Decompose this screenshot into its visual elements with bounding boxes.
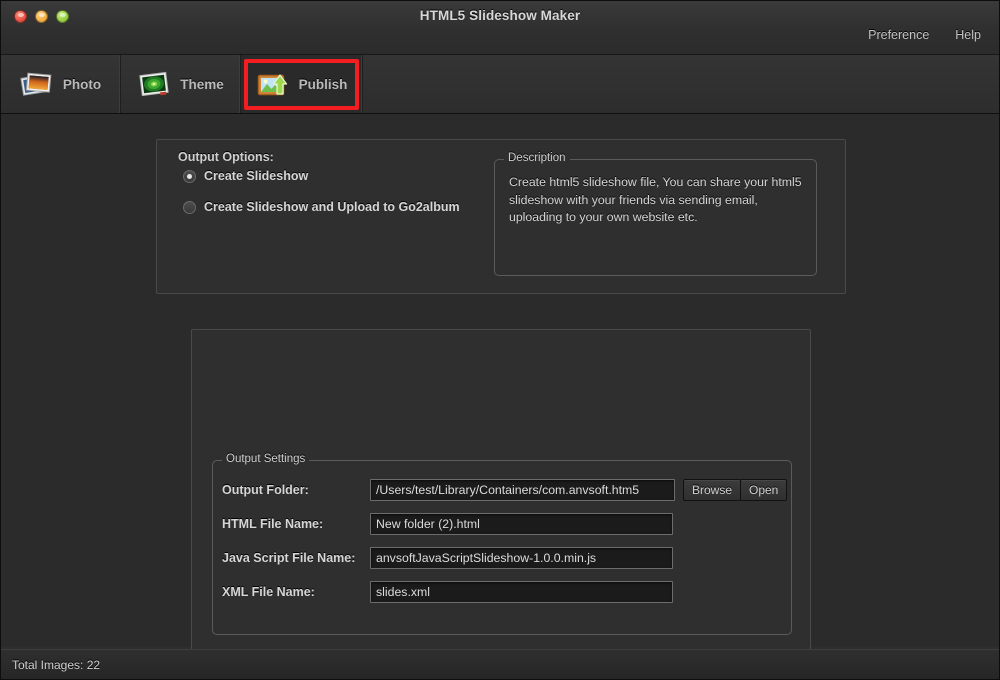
field-javascript-file-name: Java Script File Name: anvsoftJavaScript…: [213, 546, 791, 570]
description-legend: Description: [504, 152, 570, 164]
main-toolbar: Photo Theme: [1, 55, 999, 114]
tab-photo-label: Photo: [63, 77, 101, 92]
publish-upload-icon: [256, 68, 290, 100]
field-xml-file-name-label: XML File Name:: [222, 585, 315, 599]
tab-publish[interactable]: Publish: [241, 55, 363, 113]
output-settings-panel: Output Settings Output Folder: /Users/te…: [191, 329, 811, 680]
content-area: Output Options: Create Slideshow Create …: [1, 114, 999, 647]
window-title: HTML5 Slideshow Maker: [1, 8, 999, 23]
radio-indicator-selected[interactable]: [183, 170, 196, 183]
html-file-name-input[interactable]: New folder (2).html: [370, 513, 673, 535]
tab-theme[interactable]: Theme: [121, 55, 241, 113]
xml-file-name-input[interactable]: slides.xml: [370, 581, 673, 603]
field-html-file-name: HTML File Name: New folder (2).html: [213, 512, 791, 536]
menu-item-preference[interactable]: Preference: [868, 28, 929, 42]
tab-theme-label: Theme: [180, 77, 224, 92]
open-button[interactable]: Open: [740, 479, 787, 501]
title-bar: HTML5 Slideshow Maker Preference Help: [1, 1, 999, 55]
app-window: HTML5 Slideshow Maker Preference Help: [0, 0, 1000, 680]
output-settings-legend: Output Settings: [222, 453, 309, 465]
field-output-folder-label: Output Folder:: [222, 483, 309, 497]
toolbar-empty-area: [363, 55, 999, 113]
browse-button[interactable]: Browse: [683, 479, 741, 501]
field-html-file-name-label: HTML File Name:: [222, 517, 323, 531]
field-output-folder: Output Folder: /Users/test/Library/Conta…: [213, 478, 791, 502]
description-box: Description Create html5 slideshow file,…: [494, 159, 817, 276]
output-options-panel: Output Options: Create Slideshow Create …: [156, 139, 846, 294]
output-options-title: Output Options:: [178, 150, 274, 164]
radio-create-slideshow[interactable]: Create Slideshow: [183, 169, 308, 183]
status-bar: Total Images: 22: [1, 649, 999, 679]
output-folder-input[interactable]: /Users/test/Library/Containers/com.anvso…: [370, 479, 675, 501]
javascript-file-name-input[interactable]: anvsoftJavaScriptSlideshow-1.0.0.min.js: [370, 547, 673, 569]
description-text: Create html5 slideshow file, You can sha…: [509, 174, 802, 227]
radio-create-slideshow-label: Create Slideshow: [204, 169, 308, 183]
radio-indicator-unselected[interactable]: [183, 201, 196, 214]
top-menu: Preference Help: [868, 28, 981, 42]
total-images-status: Total Images: 22: [12, 658, 100, 672]
photo-stack-icon: [20, 68, 54, 100]
output-settings-fieldset: Output Settings Output Folder: /Users/te…: [212, 460, 792, 635]
radio-create-and-upload-label: Create Slideshow and Upload to Go2album: [204, 200, 460, 214]
field-xml-file-name: XML File Name: slides.xml: [213, 580, 791, 604]
field-javascript-file-name-label: Java Script File Name:: [222, 551, 355, 565]
menu-item-help[interactable]: Help: [955, 28, 981, 42]
theme-swirl-icon: [137, 68, 171, 100]
tab-publish-label: Publish: [299, 77, 348, 92]
tab-photo[interactable]: Photo: [1, 55, 121, 113]
radio-create-and-upload[interactable]: Create Slideshow and Upload to Go2album: [183, 200, 460, 214]
